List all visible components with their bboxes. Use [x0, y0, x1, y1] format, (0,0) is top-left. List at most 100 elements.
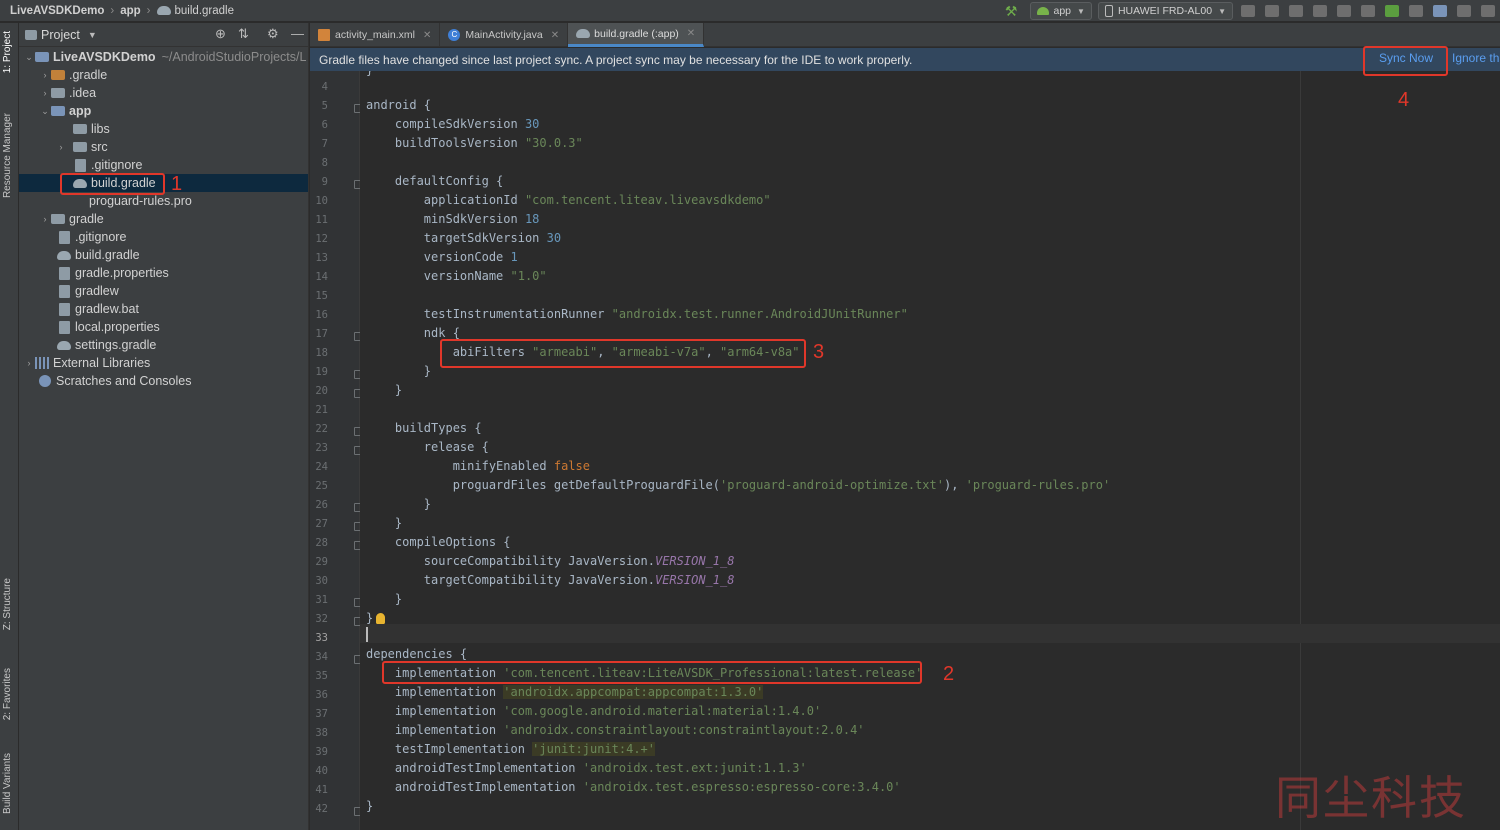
- line-number: 15: [315, 290, 328, 302]
- code-line: }: [366, 516, 403, 530]
- ignore-changes-link[interactable]: Ignore th: [1452, 51, 1499, 65]
- line-number: 11: [315, 214, 328, 226]
- chevron-down-icon[interactable]: ⌄: [39, 106, 51, 117]
- debug-icon[interactable]: [1313, 5, 1327, 17]
- tool-window-stripe: 1: Project Resource Manager Z: Structure…: [0, 23, 19, 830]
- gear-icon[interactable]: ⚙: [267, 27, 279, 40]
- tree-item[interactable]: .gitignore: [19, 228, 308, 246]
- tree-item-label: gradlew.bat: [75, 302, 139, 316]
- hammer-icon[interactable]: ⚒: [1005, 3, 1018, 20]
- tab-build-gradle-app[interactable]: build.gradle (:app) ✕: [568, 23, 705, 47]
- gradle-icon: [576, 29, 591, 38]
- tree-item[interactable]: .gitignore: [19, 156, 308, 174]
- line-number: 25: [315, 480, 328, 492]
- breadcrumb-project[interactable]: LiveAVSDKDemo: [10, 5, 104, 17]
- tree-item-label: local.properties: [75, 320, 160, 334]
- tree-item[interactable]: ⌄ app: [19, 102, 308, 120]
- tree-item[interactable]: › gradle: [19, 210, 308, 228]
- code-line: versionName "1.0": [366, 269, 547, 283]
- minimize-icon[interactable]: —: [291, 27, 304, 40]
- phone-icon: [1104, 5, 1113, 17]
- scratch-icon: [39, 375, 51, 387]
- apply-code-icon[interactable]: [1289, 5, 1303, 17]
- tree-item[interactable]: Scratches and Consoles: [19, 372, 308, 390]
- tree-item[interactable]: › .gradle: [19, 66, 308, 84]
- tab-resource-manager[interactable]: Resource Manager: [2, 113, 13, 198]
- tree-item-label: build.gradle: [75, 248, 140, 262]
- breadcrumb: LiveAVSDKDemo › app › build.gradle: [0, 0, 234, 22]
- gradle-icon: [156, 6, 171, 15]
- close-icon[interactable]: ✕: [423, 30, 431, 41]
- collapse-all-icon[interactable]: ⇅: [238, 27, 250, 40]
- code-editor[interactable]: } android { compileSdkVersion 30 buildTo…: [360, 71, 1500, 830]
- line-number: 26: [315, 499, 328, 511]
- run-icon[interactable]: [1241, 5, 1255, 17]
- chevron-right-icon[interactable]: ›: [55, 142, 67, 152]
- editor-tabs: activity_main.xml ✕ C MainActivity.java …: [310, 23, 1500, 47]
- code-line: minSdkVersion 18: [366, 212, 540, 226]
- tab-project[interactable]: 1: Project: [2, 31, 13, 73]
- breadcrumb-module[interactable]: app: [120, 5, 140, 17]
- close-icon[interactable]: ✕: [551, 30, 559, 41]
- navigation-bar: LiveAVSDKDemo › app › build.gradle ⚒ app…: [0, 0, 1500, 22]
- tree-item[interactable]: › External Libraries: [19, 354, 308, 372]
- device-label: HUAWEI FRD-AL00: [1117, 5, 1213, 17]
- tree-item-label: settings.gradle: [75, 338, 157, 352]
- tree-item-label: .idea: [69, 86, 97, 100]
- attach-debugger-icon[interactable]: [1361, 5, 1375, 17]
- stop-icon[interactable]: [1409, 5, 1423, 17]
- locate-icon[interactable]: ⊕: [215, 27, 227, 40]
- project-view-select[interactable]: Project: [41, 28, 80, 42]
- project-panel-header: Project ▼ ⊕ ⇅ ⚙ —: [19, 23, 308, 47]
- tree-item[interactable]: gradle.properties: [19, 264, 308, 282]
- right-margin-guide: [1300, 71, 1301, 830]
- tree-item[interactable]: build.gradle: [19, 246, 308, 264]
- chevron-down-icon[interactable]: ⌄: [23, 52, 35, 63]
- chevron-right-icon[interactable]: ›: [39, 88, 51, 98]
- tab-structure[interactable]: Z: Structure: [2, 578, 13, 630]
- code-line: proguardFiles getDefaultProguardFile('pr…: [366, 478, 1111, 492]
- tree-item[interactable]: libs: [19, 120, 308, 138]
- project-folder-icon: [35, 52, 49, 62]
- project-structure-icon[interactable]: [1433, 5, 1447, 17]
- avd-manager-icon[interactable]: [1481, 5, 1495, 17]
- window-icon[interactable]: [1457, 5, 1471, 17]
- tree-item[interactable]: local.properties: [19, 318, 308, 336]
- chevron-down-icon[interactable]: ▼: [88, 30, 97, 40]
- gradle-icon: [57, 340, 71, 350]
- tree-item-label: .gitignore: [91, 158, 143, 172]
- tree-item[interactable]: › .idea: [19, 84, 308, 102]
- file-icon: [59, 284, 70, 298]
- line-number: 4: [321, 81, 328, 93]
- folder-icon: [51, 214, 65, 224]
- tree-item[interactable]: gradlew.bat: [19, 300, 308, 318]
- tree-item[interactable]: ⌄ LiveAVSDKDemo ~/AndroidStudioProjects/…: [19, 48, 308, 66]
- file-icon: [59, 320, 70, 334]
- tree-item[interactable]: › src: [19, 138, 308, 156]
- line-number: 29: [315, 556, 328, 568]
- tree-item-label: Scratches and Consoles: [56, 374, 192, 388]
- device-select[interactable]: HUAWEI FRD-AL00 ▼: [1097, 2, 1233, 20]
- chevron-right-icon[interactable]: ›: [39, 214, 51, 224]
- tab-activity-main-xml[interactable]: activity_main.xml ✕: [310, 23, 441, 47]
- lightbulb-icon[interactable]: [376, 613, 386, 624]
- line-number: 38: [315, 727, 328, 739]
- tree-item[interactable]: gradlew: [19, 282, 308, 300]
- run-config-select[interactable]: app ▼: [1030, 2, 1092, 20]
- profile-icon[interactable]: [1337, 5, 1351, 17]
- tab-favorites[interactable]: 2: Favorites: [2, 668, 13, 720]
- chevron-right-icon[interactable]: ›: [39, 70, 51, 80]
- tab-main-activity-java[interactable]: C MainActivity.java ✕: [440, 23, 569, 47]
- code-line: }: [366, 71, 373, 80]
- annotation-box-4: [1363, 46, 1448, 76]
- line-number: 14: [315, 271, 328, 283]
- sync-gradle-icon[interactable]: [1385, 5, 1399, 17]
- apply-changes-icon[interactable]: [1265, 5, 1279, 17]
- code-line: androidTestImplementation 'androidx.test…: [366, 780, 901, 794]
- code-line: }: [366, 383, 403, 397]
- tab-build-variants[interactable]: Build Variants: [2, 753, 13, 814]
- close-icon[interactable]: ✕: [687, 28, 695, 39]
- breadcrumb-file[interactable]: build.gradle: [175, 5, 234, 17]
- chevron-right-icon[interactable]: ›: [23, 358, 35, 368]
- tree-item[interactable]: settings.gradle: [19, 336, 308, 354]
